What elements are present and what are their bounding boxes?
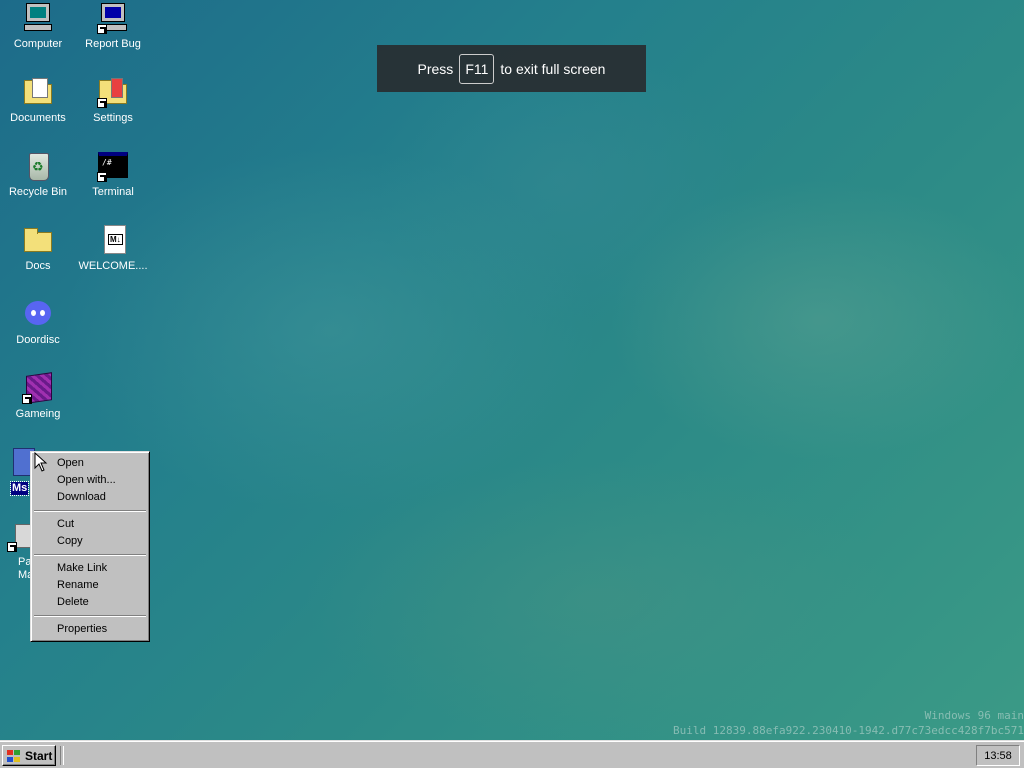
icon-label: Recycle Bin	[8, 186, 68, 198]
menu-item-delete[interactable]: Delete	[33, 594, 147, 611]
menu-item-copy[interactable]: Copy	[33, 533, 147, 550]
toast-suffix: to exit full screen	[500, 60, 606, 77]
documents-folder-icon	[22, 76, 54, 108]
desktop-icon-documents[interactable]: Documents	[1, 76, 75, 125]
watermark-version: Windows 96 main	[924, 709, 1024, 722]
recycle-bin-icon	[22, 150, 54, 182]
menu-item-make-link[interactable]: Make Link	[33, 560, 147, 577]
discord-icon	[22, 298, 54, 330]
shortcut-arrow-icon	[97, 24, 107, 34]
shortcut-arrow-icon	[97, 172, 107, 182]
toast-prefix: Press	[417, 60, 454, 77]
menu-item-open[interactable]: Open	[33, 455, 147, 472]
icon-label: Terminal	[92, 186, 134, 198]
menu-item-cut[interactable]: Cut	[33, 516, 147, 533]
desktop-icon-recycle-bin[interactable]: Recycle Bin	[1, 150, 75, 199]
toast-key: F11	[459, 53, 495, 84]
icon-label: Report Bug	[85, 38, 141, 50]
start-label: Start	[25, 748, 53, 763]
icon-label: Computer	[13, 38, 63, 50]
markdown-file-icon	[97, 224, 129, 256]
shortcut-arrow-icon	[97, 98, 107, 108]
cube-icon	[22, 372, 54, 404]
mouse-cursor-icon	[34, 452, 48, 472]
icon-label: Ms	[9, 481, 30, 496]
desktop-icon-gameing[interactable]: Gameing	[1, 372, 75, 421]
desktop-icon-settings[interactable]: Settings	[76, 76, 150, 125]
build-watermark: Windows 96 main Build 12839.88efa922.230…	[673, 708, 1024, 738]
icon-label: Doordisc	[16, 334, 60, 346]
watermark-build: Build 12839.88efa922.230410-1942.d77c73e…	[673, 724, 1024, 737]
menu-item-open-with[interactable]: Open with...	[33, 472, 147, 489]
icon-label: Documents	[10, 112, 66, 124]
folder-icon	[22, 224, 54, 256]
desktop-icon-terminal[interactable]: Terminal	[76, 150, 150, 199]
clock: 13:58	[984, 749, 1012, 762]
menu-item-download[interactable]: Download	[33, 489, 147, 506]
taskbar: Start 13:58	[0, 740, 1024, 768]
desktop-icon-docs[interactable]: Docs	[1, 224, 75, 273]
context-menu: Open Open with... Download Cut Copy Make…	[30, 451, 150, 642]
icon-label: Settings	[93, 112, 133, 124]
windows-logo-icon	[6, 749, 22, 763]
menu-separator	[34, 615, 146, 617]
desktop-icon-doordisc[interactable]: Doordisc	[1, 298, 75, 347]
menu-item-rename[interactable]: Rename	[33, 577, 147, 594]
terminal-icon	[97, 150, 129, 182]
menu-item-properties[interactable]: Properties	[33, 621, 147, 638]
fullscreen-toast: Press F11 to exit full screen	[377, 45, 646, 92]
start-button[interactable]: Start	[2, 745, 56, 766]
desktop[interactable]: Computer Documents Recycle Bin Docs Door…	[0, 0, 1024, 740]
report-bug-icon	[97, 2, 129, 34]
icon-label: WELCOME....	[78, 260, 148, 272]
desktop-icon-report-bug[interactable]: Report Bug	[76, 2, 150, 51]
shortcut-arrow-icon	[7, 542, 17, 552]
taskbar-divider	[60, 746, 64, 765]
shortcut-arrow-icon	[22, 394, 32, 404]
settings-folder-icon	[97, 76, 129, 108]
system-tray[interactable]: 13:58	[976, 745, 1020, 766]
icon-label: Docs	[25, 260, 51, 272]
menu-separator	[34, 554, 146, 556]
menu-separator	[34, 510, 146, 512]
desktop-icon-welcome[interactable]: WELCOME....	[76, 224, 150, 273]
desktop-icon-computer[interactable]: Computer	[1, 2, 75, 51]
icon-label: Gameing	[15, 408, 61, 420]
computer-icon	[22, 2, 54, 34]
